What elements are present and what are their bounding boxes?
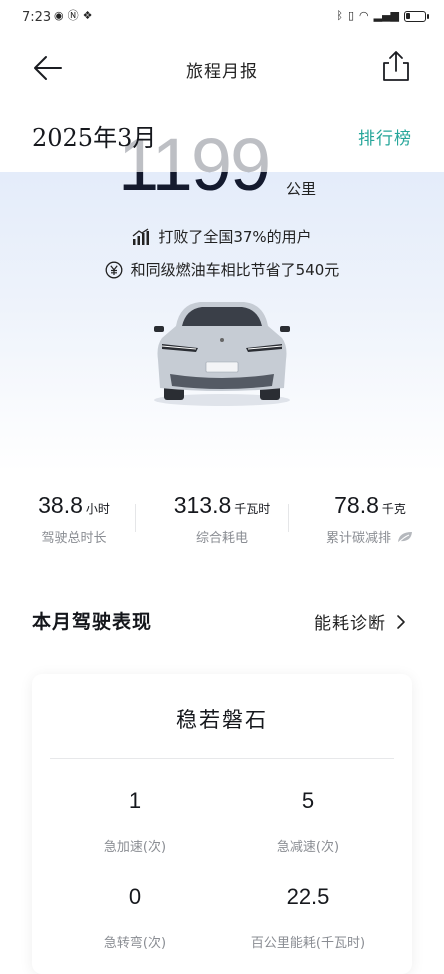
savings-summary: 和同级燃油车相比节省了540元	[0, 259, 444, 280]
vibrate-icon: ▯	[347, 9, 354, 22]
stat-hard-acceleration: 1 急加速(次)	[40, 788, 230, 855]
status-left-icons: ◉ Ⓝ ❖	[54, 9, 92, 23]
card-divider	[50, 758, 394, 759]
signal-icon: ▂▄▆	[373, 9, 399, 22]
rank-text: 打败了全国37%的用户	[158, 228, 312, 246]
stat-value: 1	[128, 788, 142, 813]
rank-summary: 打败了全国37%的用户	[0, 226, 444, 247]
metric-label: 累计碳减排	[325, 531, 391, 546]
savings-text: 和同级燃油车相比节省了540元	[130, 261, 340, 279]
metric-value: 313.8	[173, 492, 232, 518]
metric-carbon-reduction: 78.8 千克 累计碳减排	[296, 492, 444, 546]
metric-unit: 千瓦时	[234, 502, 271, 516]
stat-hard-braking: 5 急减速(次)	[213, 788, 403, 855]
share-button[interactable]	[378, 48, 414, 84]
leaf-icon[interactable]	[396, 530, 414, 544]
stat-label: 急减速(次)	[276, 840, 340, 855]
stat-label: 急加速(次)	[103, 840, 167, 855]
nfc-icon: Ⓝ	[67, 9, 79, 22]
report-month: 2025年3月	[32, 124, 157, 152]
app-icon: ❖	[82, 9, 93, 22]
stat-label: 百公里能耗(千瓦时)	[250, 936, 366, 951]
battery-level	[406, 12, 410, 19]
metric-energy-use: 313.8 千瓦时 综合耗电	[148, 492, 296, 546]
distance-unit: 公里	[286, 180, 317, 198]
metric-label: 驾驶总时长	[41, 531, 107, 546]
stat-value: 5	[301, 788, 315, 813]
driving-style-title: 稳若磐石	[176, 708, 268, 732]
metric-value: 78.8	[334, 492, 379, 518]
section-title: 本月驾驶表现	[32, 611, 153, 633]
energy-diagnosis-link[interactable]: 能耗诊断	[314, 609, 406, 634]
diagnosis-label: 能耗诊断	[314, 614, 386, 634]
battery-icon	[404, 10, 429, 22]
share-icon	[383, 51, 409, 81]
wifi-icon: ◠	[359, 9, 369, 22]
bluetooth-icon: ᛒ	[336, 9, 343, 22]
trip-metrics: 38.8 小时 驾驶总时长 313.8 千瓦时 综合耗电 78.8 千克 累计碳减排	[0, 492, 444, 552]
metric-unit: 小时	[85, 502, 110, 516]
stat-value: 22.5	[286, 884, 330, 909]
yuan-coin-icon	[105, 261, 123, 278]
ranking-link[interactable]: 排行榜	[358, 124, 412, 149]
chevron-right-icon	[397, 614, 405, 629]
stat-value: 0	[128, 884, 142, 909]
bar-chart-icon	[132, 227, 150, 245]
status-right-icons: ᛒ ▯ ◠ ▂▄▆	[336, 9, 429, 23]
car-image	[154, 302, 290, 406]
stat-label: 急转弯(次)	[103, 936, 167, 951]
metric-drive-time: 38.8 小时 驾驶总时长	[0, 492, 148, 546]
nav-bar: 旅程月报	[0, 40, 444, 96]
metric-value: 38.8	[38, 492, 83, 518]
metric-label: 综合耗电	[195, 531, 248, 546]
stat-sharp-turns: 0 急转弯(次)	[40, 884, 230, 951]
eye-icon: ◉	[54, 9, 64, 22]
driving-performance-card: 稳若磐石 1 急加速(次) 5 急减速(次) 0 急转弯(次) 22.5 百公里…	[32, 674, 412, 974]
status-time: 7:23	[22, 10, 52, 25]
metric-unit: 千克	[381, 502, 406, 516]
status-bar: 7:23 ◉ Ⓝ ❖ ᛒ ▯ ◠ ▂▄▆	[0, 0, 444, 36]
stat-energy-per-100km: 22.5 百公里能耗(千瓦时)	[213, 884, 403, 951]
